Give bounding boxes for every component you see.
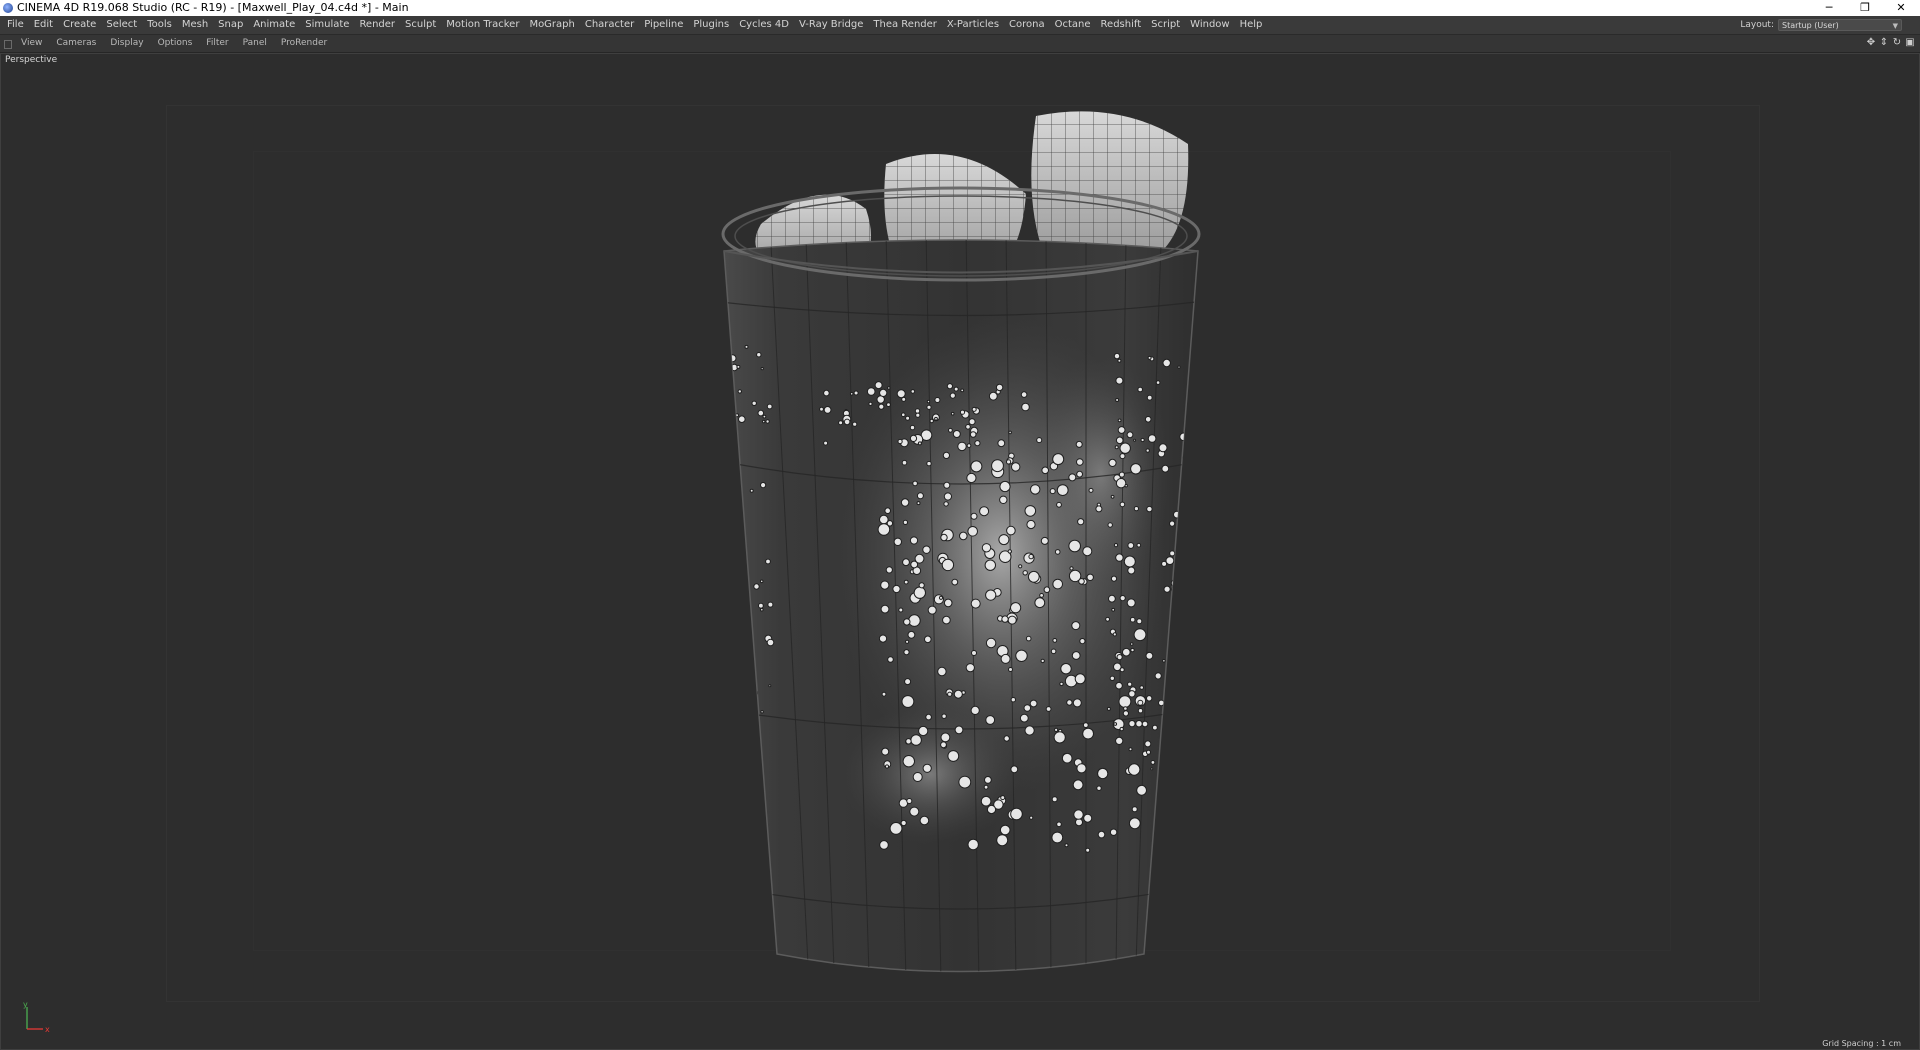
menu-tools[interactable]: Tools	[142, 16, 177, 34]
menu-animate[interactable]: Animate	[248, 16, 300, 34]
menu-x-particles[interactable]: X-Particles	[942, 16, 1004, 34]
menu-motion-tracker[interactable]: Motion Tracker	[441, 16, 524, 34]
perspective-viewport[interactable]: Perspective y x Grid Spacing : 1 cm	[0, 53, 1920, 1050]
layout-label: Layout:	[1740, 20, 1774, 30]
menu-redshift[interactable]: Redshift	[1096, 16, 1147, 34]
menu-sculpt[interactable]: Sculpt	[400, 16, 441, 34]
chevron-down-icon: ▼	[1892, 22, 1898, 30]
menu-character[interactable]: Character	[580, 16, 639, 34]
menu-items: File Edit Create Select Tools Mesh Snap Animate…	[2, 16, 1267, 34]
cinema4d-logo-icon	[3, 3, 13, 13]
viewport-menu-options[interactable]: Options	[151, 35, 200, 52]
viewport-menu-panel[interactable]: Panel	[236, 35, 274, 52]
viewport-menu-view[interactable]: View	[14, 35, 49, 52]
menu-corona[interactable]: Corona	[1004, 16, 1050, 34]
viewport-menu-filter[interactable]: Filter	[199, 35, 235, 52]
layout-dropdown[interactable]: Startup (User) ▼	[1778, 19, 1902, 31]
menu-select[interactable]: Select	[101, 16, 142, 34]
menu-window[interactable]: Window	[1185, 16, 1234, 34]
menu-cycles-4d[interactable]: Cycles 4D	[734, 16, 794, 34]
menu-plugins[interactable]: Plugins	[688, 16, 734, 34]
panel-grip-icon[interactable]	[4, 40, 12, 49]
viewport-menu-prorender[interactable]: ProRender	[274, 35, 334, 52]
menu-simulate[interactable]: Simulate	[300, 16, 354, 34]
title-bar: CINEMA 4D R19.068 Studio (RC - R19) - [M…	[0, 0, 1920, 16]
menu-snap[interactable]: Snap	[213, 16, 248, 34]
rotate-view-icon[interactable]: ↻	[1891, 37, 1903, 49]
menu-mograph[interactable]: MoGraph	[524, 16, 579, 34]
axis-x-label: x	[45, 1025, 50, 1034]
layout-area: Layout: Startup (User) ▼	[1740, 18, 1902, 32]
main-menu-bar: File Edit Create Select Tools Mesh Snap Animate…	[0, 16, 1920, 35]
menu-create[interactable]: Create	[58, 16, 101, 34]
menu-render[interactable]: Render	[354, 16, 400, 34]
viewport-menu-items: View Cameras Display Options Filter Panel ProR…	[14, 35, 334, 52]
glass-with-ice-model	[721, 111, 1201, 973]
viewport-menu-cameras[interactable]: Cameras	[49, 35, 103, 52]
grid-spacing-readout: Grid Spacing : 1 cm	[1822, 1039, 1901, 1048]
menu-file[interactable]: File	[2, 16, 29, 34]
menu-octane[interactable]: Octane	[1050, 16, 1096, 34]
move-view-icon[interactable]: ✥	[1865, 37, 1877, 49]
menu-pipeline[interactable]: Pipeline	[639, 16, 688, 34]
viewport-camera-label[interactable]: Perspective	[5, 55, 57, 65]
menu-script[interactable]: Script	[1146, 16, 1185, 34]
viewport-menu-display[interactable]: Display	[103, 35, 150, 52]
layout-value: Startup (User)	[1782, 21, 1839, 30]
window-title: CINEMA 4D R19.068 Studio (RC - R19) - [M…	[17, 1, 409, 14]
maximize-view-icon[interactable]: ▣	[1904, 37, 1916, 49]
menu-edit[interactable]: Edit	[29, 16, 58, 34]
close-icon[interactable]: ✕	[1886, 0, 1916, 16]
pan-view-icon[interactable]: ⇕	[1878, 37, 1890, 49]
restore-icon[interactable]: ❐	[1850, 0, 1880, 16]
menu-thea-render[interactable]: Thea Render	[868, 16, 942, 34]
menu-mesh[interactable]: Mesh	[177, 16, 213, 34]
menu-help[interactable]: Help	[1235, 16, 1268, 34]
minimize-icon[interactable]: ─	[1814, 0, 1844, 16]
axis-y-label: y	[23, 1001, 28, 1009]
axis-gizmo: y x	[23, 1001, 50, 1034]
menu-v-ray-bridge[interactable]: V-Ray Bridge	[794, 16, 868, 34]
viewport-menu-bar: View Cameras Display Options Filter Panel ProR…	[0, 35, 1920, 53]
viewport-nav-icons: ✥ ⇕ ↻ ▣	[1864, 37, 1916, 49]
